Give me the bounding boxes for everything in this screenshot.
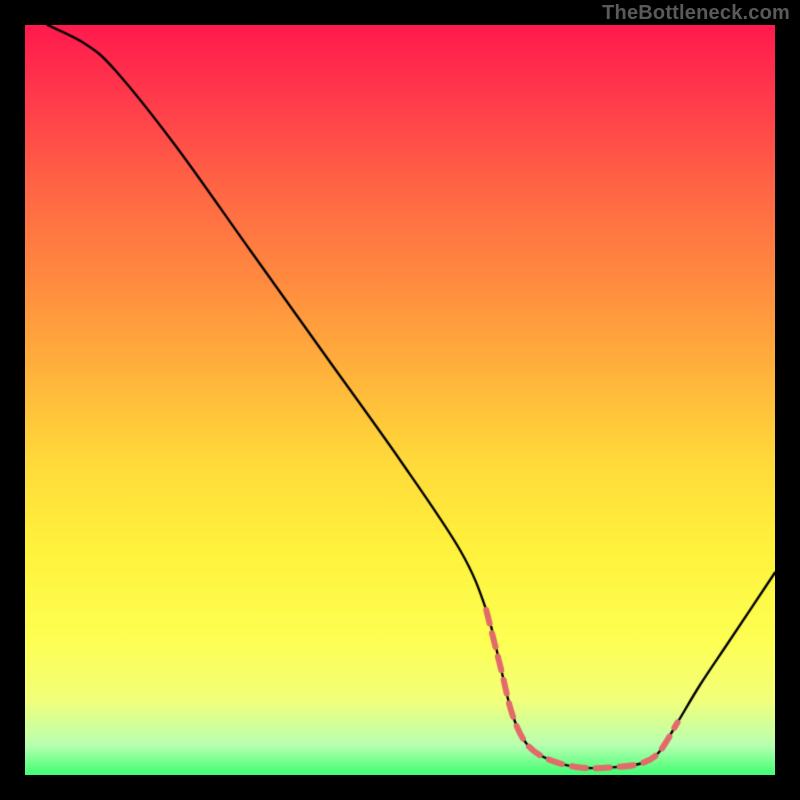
chart-frame: TheBottleneck.com [0, 0, 800, 800]
bottleneck-curve-canvas [25, 25, 775, 775]
watermark-text: TheBottleneck.com [602, 2, 790, 25]
plot-area [25, 25, 775, 775]
